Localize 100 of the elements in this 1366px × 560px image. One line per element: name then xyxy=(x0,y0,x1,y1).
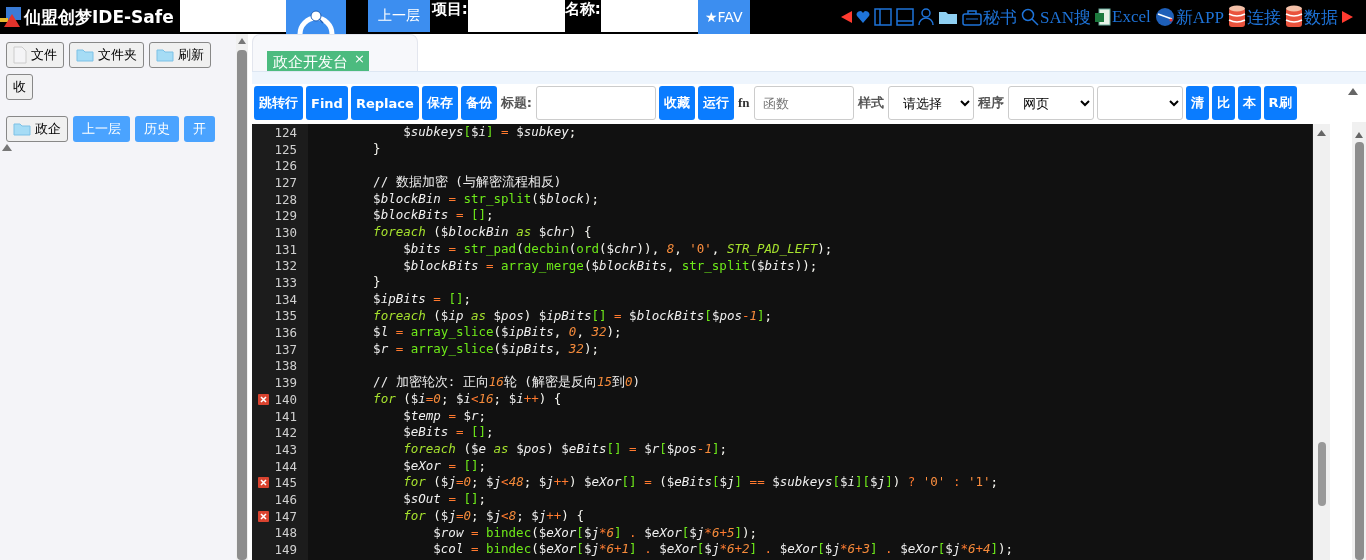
line-number: 129 xyxy=(274,208,297,224)
scrollbar[interactable] xyxy=(236,34,248,560)
editor-tab[interactable]: 政企开发台 × xyxy=(267,51,369,72)
line-number: 125 xyxy=(274,141,297,157)
field-label: fn xyxy=(738,95,750,111)
toolbar-link[interactable]: Excel xyxy=(1095,7,1151,27)
field-label: 标题: xyxy=(500,94,532,112)
code-line: // 加密轮次: 正向16轮 (解密是反向15到0) xyxy=(372,374,640,390)
toolbar-link[interactable]: 秘书 xyxy=(962,5,1018,29)
sidebar-button[interactable]: 上一层 xyxy=(73,116,130,142)
folder-icon xyxy=(13,122,31,136)
app-title: 仙盟创梦IDE-Safe xyxy=(24,5,174,29)
project-field[interactable] xyxy=(467,0,565,32)
code-line: $l = array_slice($ipBits, 0, 32); xyxy=(372,324,622,340)
toolbar-button[interactable]: 比 xyxy=(1211,86,1235,120)
line-number: 136 xyxy=(274,325,297,341)
file-icon xyxy=(13,46,27,64)
toolbar-button[interactable]: 备份 xyxy=(460,86,497,120)
project-label: 项目: xyxy=(431,0,468,19)
bottom-panel-icon xyxy=(896,8,915,26)
sidebar-button[interactable]: 文件 xyxy=(6,42,64,68)
sidebar-button[interactable]: 文件夹 xyxy=(69,42,144,68)
folder-icon xyxy=(156,48,174,62)
scroll-up-arrow-icon[interactable] xyxy=(1355,132,1363,138)
toolbar-link[interactable]: 数据 xyxy=(1285,5,1338,29)
code-line: $bits = str_pad(decbin(ord($chr)), 8, '0', STR_PAD_LEFT); xyxy=(402,240,833,256)
line-number: 132 xyxy=(274,258,297,274)
dropdown[interactable]: 网页 xyxy=(1007,86,1094,120)
line-number: 149 xyxy=(274,542,297,558)
scroll-up-arrow-icon[interactable] xyxy=(1348,88,1358,95)
code-line: $temp = $r; xyxy=(402,407,487,423)
name-label: 名称: xyxy=(564,0,601,19)
search-field[interactable] xyxy=(179,0,286,32)
toolbar-button[interactable]: 保存 xyxy=(421,86,458,120)
dropdown[interactable]: 请选择 xyxy=(887,86,974,120)
code-line: foreach ($e as $pos) $eBits[] = $r[$pos-1]; xyxy=(402,441,727,457)
toolbar-link[interactable]: SAN搜 xyxy=(1021,5,1092,29)
sidebar-button[interactable]: 政企 xyxy=(6,116,68,142)
database-icon xyxy=(1228,5,1246,29)
database-icon xyxy=(1285,5,1303,29)
code-line: $eXor = []; xyxy=(402,457,487,473)
line-number: 135 xyxy=(274,308,297,324)
scrollbar-thumb[interactable] xyxy=(237,50,247,560)
line-number: 144 xyxy=(274,458,297,474)
fav-button[interactable]: ★FAV xyxy=(697,0,750,34)
line-number: 148 xyxy=(274,525,297,541)
code-line: } xyxy=(372,140,381,156)
line-number: 137 xyxy=(274,341,297,357)
line-number: 141 xyxy=(274,408,297,424)
sidebar-button[interactable]: 刷新 xyxy=(149,42,211,68)
logo-icon xyxy=(0,6,22,28)
code-line: foreach ($blockBin as $chr) { xyxy=(372,224,592,240)
code-line: $row = bindec($eXor[$j*6] . $eXor[$j*6+5]); xyxy=(432,524,758,540)
code-line: $ipBits = []; xyxy=(372,290,471,306)
sidebar-layout-icon xyxy=(874,8,893,26)
code-line: $blockBits = array_merge($blockBits, str_split($bits)); xyxy=(402,257,818,273)
code-line: // 数据加密 (与解密流程相反) xyxy=(372,174,562,190)
code-line: for ($i=0; $i<16; $i++) { xyxy=(372,391,562,406)
toolbar-button[interactable]: Replace xyxy=(350,86,419,120)
input-field[interactable] xyxy=(536,86,656,120)
scrollbar[interactable] xyxy=(1352,122,1366,560)
scroll-up-arrow-icon[interactable] xyxy=(1317,130,1326,136)
toolbar-button[interactable]: 本 xyxy=(1237,86,1261,120)
toolbar-button[interactable]: R刷 xyxy=(1263,86,1297,120)
input-field[interactable]: 函数 xyxy=(753,86,854,120)
line-number: 140 xyxy=(274,391,297,407)
code-line: $blockBin = str_split($block); xyxy=(372,190,599,206)
line-number: 143 xyxy=(274,441,297,457)
up-level-button[interactable]: 上一层 xyxy=(367,0,430,32)
toolbar-link[interactable]: 新APP xyxy=(1154,5,1224,29)
toolbar-button[interactable]: 收藏 xyxy=(659,86,695,120)
briefcase-icon xyxy=(962,8,983,26)
toolbar-button[interactable]: 清 xyxy=(1185,86,1209,120)
right-arrow-icon xyxy=(1342,10,1354,24)
toolbar-link[interactable]: 连接 xyxy=(1228,5,1281,29)
toolbar-button[interactable]: Find xyxy=(306,86,348,120)
sidebar-button[interactable]: 历史 xyxy=(135,116,179,142)
scrollbar-thumb[interactable] xyxy=(1355,142,1364,560)
code-editor[interactable] xyxy=(252,124,1313,560)
scroll-up-arrow-icon[interactable] xyxy=(238,38,246,44)
gauge-button[interactable] xyxy=(285,0,346,34)
folder-icon xyxy=(938,9,959,25)
line-number: 147 xyxy=(274,508,297,524)
close-icon[interactable]: × xyxy=(354,53,365,65)
dropdown[interactable] xyxy=(1096,86,1183,120)
line-number: 145 xyxy=(274,475,297,491)
toolbar-button[interactable]: 运行 xyxy=(698,86,734,120)
code-line: foreach ($ip as $pos) $ipBits[] = $blockBits[$pos-1]; xyxy=(372,307,773,323)
toolbar-button[interactable]: 跳转行 xyxy=(254,86,303,120)
code-line: $blockBits = []; xyxy=(372,207,494,223)
scroll-up-arrow-icon[interactable] xyxy=(2,144,12,151)
scrollbar-thumb[interactable] xyxy=(1318,442,1326,506)
name-field[interactable] xyxy=(600,0,698,32)
code-line: $subkeys[$i] = $subkey; xyxy=(402,124,577,139)
code-line: $eBits = []; xyxy=(402,424,494,440)
scrollbar[interactable] xyxy=(1313,124,1330,560)
field-label: 程序 xyxy=(977,94,1004,112)
sidebar-button[interactable]: 开 xyxy=(184,116,215,142)
sidebar-button[interactable]: 收 xyxy=(6,74,33,100)
field-label: 样式 xyxy=(857,94,884,112)
